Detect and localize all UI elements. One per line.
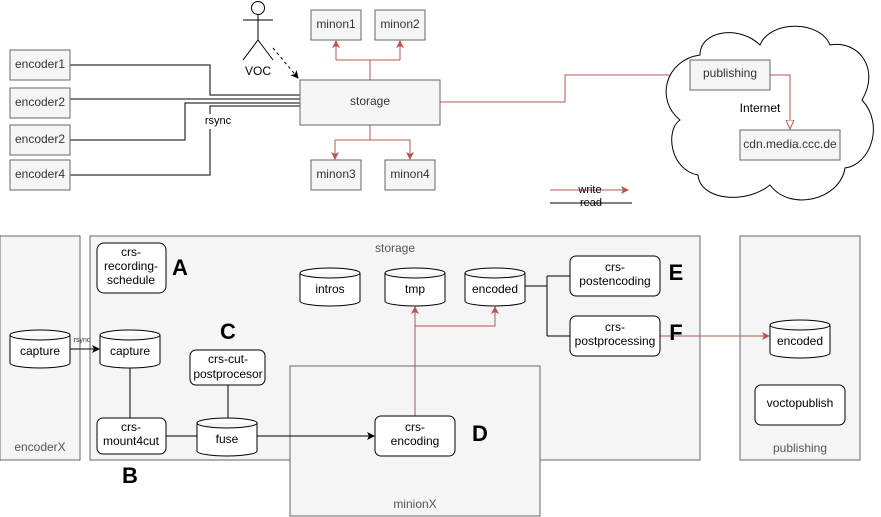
cylinder-label: capture xyxy=(20,344,60,358)
encoder-label: encoder2 xyxy=(15,132,65,146)
service-label: encoding xyxy=(391,434,440,448)
panel-label: encoderX xyxy=(14,440,65,454)
publishing-box: publishing xyxy=(689,59,771,91)
crs-recording-schedule-box: crs- recording- schedule xyxy=(96,242,167,294)
service-label: recording- xyxy=(104,259,158,273)
crs-postprocessing-box: crs- postprocessing xyxy=(569,315,661,357)
encoder-box: encoder2 xyxy=(9,124,71,156)
service-label: crs-cut- xyxy=(208,352,248,366)
minion-label: minon1 xyxy=(316,17,356,31)
service-label: postencoding xyxy=(579,274,650,288)
cdn-label: cdn.media.ccc.de xyxy=(743,137,837,151)
service-label: crs- xyxy=(405,420,425,434)
publishing-label: publishing xyxy=(703,66,757,80)
minion-label: minon3 xyxy=(316,167,356,181)
voc-arrow xyxy=(272,47,299,79)
legend-read-label: read xyxy=(580,197,602,209)
marker-d: D xyxy=(472,421,488,446)
minion-box: minon2 xyxy=(374,9,426,41)
voc-actor-icon xyxy=(242,1,274,61)
minion-label: minon4 xyxy=(390,167,430,181)
crs-cut-postprocesor-box: crs-cut- postprocesor xyxy=(189,349,266,386)
marker-a: A xyxy=(172,255,188,280)
encoder-box: encoder4 xyxy=(9,159,71,191)
panel-label: minionX xyxy=(393,497,436,511)
panel-label: storage xyxy=(375,241,415,255)
marker-c: C xyxy=(220,319,236,344)
voc-label: VOC xyxy=(245,64,271,78)
minion-box: minon1 xyxy=(310,9,362,41)
service-label: postprocessing xyxy=(575,334,656,348)
cylinder-label: capture xyxy=(110,344,150,358)
service-label: crs- xyxy=(121,245,141,259)
crs-postencoding-box: crs- postencoding xyxy=(569,255,661,297)
encoder-label: encoder4 xyxy=(15,167,65,181)
service-label: crs- xyxy=(605,320,625,334)
rsync-small-label: rsync xyxy=(74,337,91,344)
marker-f: F xyxy=(669,320,682,345)
legend-write-label: write xyxy=(577,184,601,196)
encoder-label: encoder1 xyxy=(15,57,65,71)
marker-e: E xyxy=(669,260,684,285)
minion-box: minon4 xyxy=(384,159,436,191)
cylinder-label: encoded xyxy=(472,282,518,296)
minion-box: minon3 xyxy=(310,159,362,191)
encoder-box: encoder2 xyxy=(9,87,71,119)
storage-label: storage xyxy=(350,94,390,108)
architecture-diagram: rsync VOC encoder1 encoder2 encoder2 enc… xyxy=(0,1,874,517)
service-label: voctopublish xyxy=(767,396,834,410)
service-label: schedule xyxy=(107,273,155,287)
legend: write read xyxy=(550,184,632,209)
service-label: crs- xyxy=(121,420,141,434)
encoder-box: encoder1 xyxy=(9,49,71,81)
service-label: postprocesor xyxy=(193,367,262,381)
encoder-links xyxy=(70,64,300,176)
service-label: mount4cut xyxy=(103,434,160,448)
cylinder-label: intros xyxy=(315,282,344,296)
cylinder-label: fuse xyxy=(216,432,239,446)
cdn-box: cdn.media.ccc.de xyxy=(739,129,841,161)
storage-to-publishing-link xyxy=(440,75,689,103)
marker-b: B xyxy=(122,463,138,488)
crs-encoding-box: crs- encoding xyxy=(374,415,456,457)
service-label: crs- xyxy=(605,260,625,274)
cylinder-label: encoded xyxy=(777,334,823,348)
voctopublish-box: voctopublish xyxy=(754,384,846,426)
crs-mount4cut-box: crs- mount4cut xyxy=(96,417,167,455)
minion-label: minon2 xyxy=(380,17,420,31)
storage-box: storage xyxy=(299,79,441,126)
internet-label: Internet xyxy=(740,101,781,115)
encoder-label: encoder2 xyxy=(15,95,65,109)
cylinder-label: tmp xyxy=(405,282,425,296)
panel-label: publishing xyxy=(773,441,827,455)
rsync-label: rsync xyxy=(205,115,232,127)
